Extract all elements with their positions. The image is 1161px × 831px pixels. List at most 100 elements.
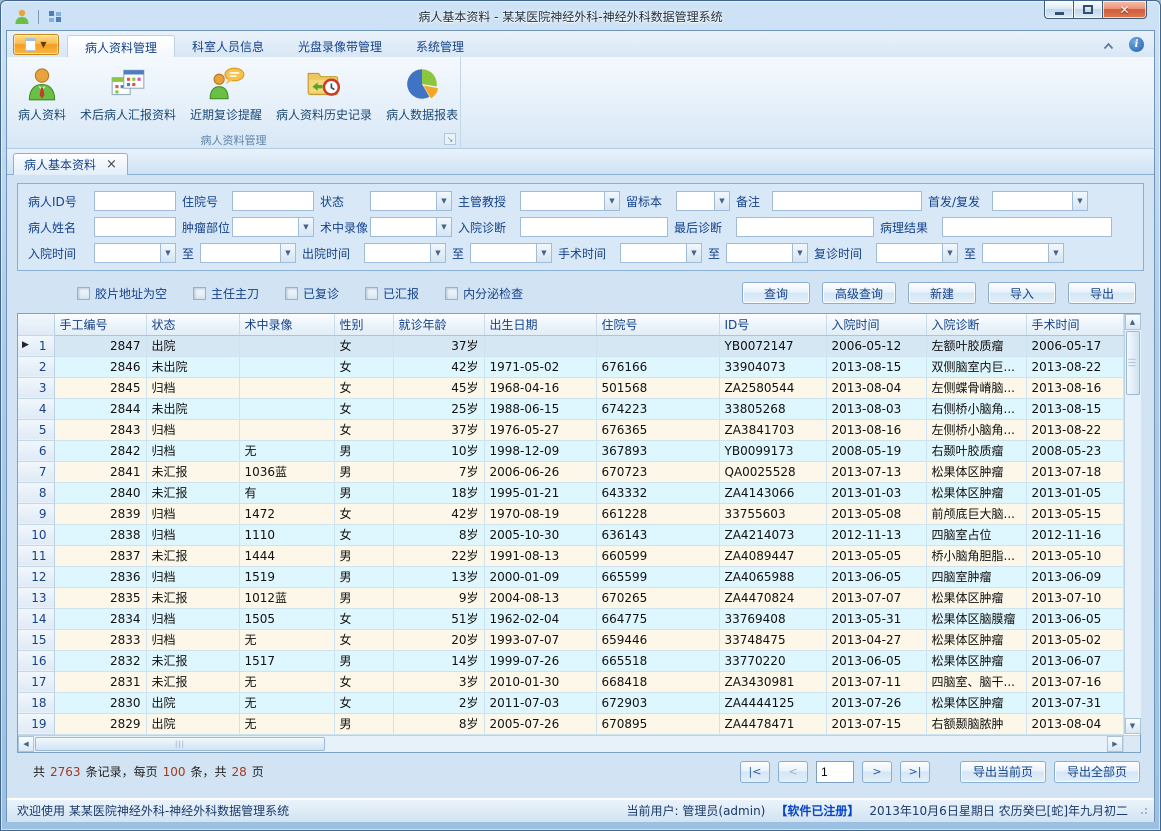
app-icon[interactable] [12,7,32,27]
checkbox-box[interactable] [77,287,90,300]
revisited-checkbox[interactable]: 已复诊 [285,285,339,302]
combo-value[interactable] [520,191,604,211]
dropdown-arrow-icon[interactable]: ▼ [942,243,958,263]
checkbox-box[interactable] [445,287,458,300]
export-all-pages-button[interactable]: 导出全部页 [1054,761,1140,783]
table-row[interactable]: 112837未汇报1444男22岁1991-08-13660599ZA40894… [18,545,1123,566]
dropdown-arrow-icon[interactable]: ▼ [430,243,446,263]
ribbon-button-history-records[interactable]: 病人资料历史记录 [269,61,379,125]
scroll-right-icon[interactable]: ▶ [1107,736,1123,752]
column-header[interactable]: 手术时间 [1026,314,1123,335]
endocrine-exam-checkbox[interactable]: 内分泌检查 [445,285,523,302]
export-button[interactable]: 导出 [1068,282,1136,304]
combo-value[interactable] [470,243,536,263]
dropdown-arrow-icon[interactable]: ▼ [1072,191,1088,211]
combo-value[interactable] [364,243,430,263]
horizontal-scroll-track[interactable] [326,736,1107,752]
vertical-scroll-thumb[interactable]: ||| [1126,331,1140,395]
table-row[interactable]: 52843归档女37岁1976-05-27676365ZA38417032013… [18,419,1123,440]
column-header[interactable]: 就诊年龄 [393,314,484,335]
title-bar[interactable]: 病人基本资料 - 某某医院神经外科-神经外科数据管理系统 ✕ [6,1,1155,30]
horizontal-scroll-thumb[interactable]: ||| [35,737,325,751]
close-button[interactable]: ✕ [1102,1,1147,19]
surgery-date-from-combo[interactable]: ▼ [620,243,702,263]
table-row[interactable]: 72841未汇报1036蓝男7岁2006-06-26670723QA002552… [18,461,1123,482]
horizontal-scrollbar[interactable]: ◀ ||| ▶ [18,736,1123,752]
discharge-date-to-combo[interactable]: ▼ [470,243,552,263]
vertical-scrollbar[interactable]: ▲ ||| ▼ [1124,314,1141,734]
column-header[interactable]: 状态 [146,314,239,335]
admission-no-field[interactable] [232,191,314,211]
ribbon-tab-staff-info[interactable]: 科室人员信息 [175,35,281,57]
final-diagnosis-field[interactable] [736,217,874,237]
dropdown-arrow-icon[interactable]: ▼ [436,191,452,211]
column-header[interactable]: 入院诊断 [926,314,1026,335]
dropdown-arrow-icon[interactable]: ▼ [160,243,176,263]
pathology-result-field[interactable] [942,217,1112,237]
tumor-site-combo[interactable]: ▼ [232,217,314,237]
table-row[interactable]: ▶12847出院女37岁YB00721472006-05-12左额叶胶质瘤200… [18,335,1123,356]
maximize-button[interactable] [1073,1,1102,19]
discharge-date-from-combo[interactable]: ▼ [364,243,446,263]
specimen-combo[interactable]: ▼ [676,191,730,211]
table-row[interactable]: 62842归档无男10岁1998-12-09367893YB0099173200… [18,440,1123,461]
query-button[interactable]: 查询 [742,282,810,304]
reported-checkbox[interactable]: 已汇报 [365,285,419,302]
table-row[interactable]: 42844未出院女25岁1988-06-15674223338052682013… [18,398,1123,419]
column-header[interactable]: 出生日期 [484,314,596,335]
table-row[interactable]: 142834归档1505女51岁1962-02-0466477533769408… [18,608,1123,629]
checkbox-box[interactable] [285,287,298,300]
minimize-button[interactable] [1044,1,1073,19]
table-row[interactable]: 182830出院无女2岁2011-07-03672903ZA4444125201… [18,692,1123,713]
table-row[interactable]: 192829出院无男8岁2005-07-26670895ZA4478471201… [18,713,1123,734]
dropdown-arrow-icon[interactable]: ▼ [604,191,620,211]
scroll-down-icon[interactable]: ▼ [1125,718,1141,734]
quick-access-toolbar-icon[interactable] [45,7,65,27]
document-tab-patient-basic-data[interactable]: 病人基本资料 × [13,153,128,175]
combo-value[interactable] [370,191,436,211]
ribbon-button-patient-data[interactable]: 病人资料 [11,61,73,125]
professor-combo[interactable]: ▼ [520,191,620,211]
import-button[interactable]: 导入 [988,282,1056,304]
vertical-scroll-track[interactable] [1125,396,1141,718]
ribbon-button-revisit-reminder[interactable]: 近期复诊提醒 [183,61,269,125]
dropdown-arrow-icon[interactable]: ▼ [280,243,296,263]
first-page-button[interactable]: |< [740,761,770,783]
combo-value[interactable] [232,217,298,237]
column-header[interactable]: 手工编号 [54,314,146,335]
surgery-date-to-combo[interactable]: ▼ [726,243,808,263]
next-page-button[interactable]: > [862,761,892,783]
revisit-date-from-combo[interactable]: ▼ [876,243,958,263]
dropdown-arrow-icon[interactable]: ▼ [298,217,314,237]
first-or-recur-combo[interactable]: ▼ [992,191,1088,211]
dropdown-arrow-icon[interactable]: ▼ [792,243,808,263]
scroll-up-icon[interactable]: ▲ [1125,314,1141,330]
table-row[interactable]: 122836归档1519男13岁2000-01-09665599ZA406598… [18,566,1123,587]
revisit-date-to-combo[interactable]: ▼ [982,243,1064,263]
admit-date-to-combo[interactable]: ▼ [200,243,296,263]
table-row[interactable]: 32845归档女45岁1968-04-16501568ZA25805442013… [18,377,1123,398]
table-row[interactable]: 152833归档无女20岁1993-07-0765944633748475201… [18,629,1123,650]
ribbon-tab-disc-video-management[interactable]: 光盘录像带管理 [281,35,399,57]
column-header[interactable]: ID号 [719,314,826,335]
new-button[interactable]: 新建 [908,282,976,304]
column-header[interactable]: 住院号 [596,314,719,335]
combo-value[interactable] [200,243,280,263]
dropdown-arrow-icon[interactable]: ▼ [714,191,730,211]
admit-date-from-combo[interactable]: ▼ [94,243,176,263]
info-icon[interactable]: i [1129,37,1144,52]
checkbox-box[interactable] [365,287,378,300]
scroll-left-icon[interactable]: ◀ [18,736,34,752]
tab-close-icon[interactable]: × [106,160,117,170]
film-address-empty-checkbox[interactable]: 胶片地址为空 [77,285,167,302]
combo-value[interactable] [370,217,436,237]
status-combo[interactable]: ▼ [370,191,452,211]
advanced-query-button[interactable]: 高级查询 [822,282,896,304]
registered-link[interactable]: 【软件已注册】 [775,802,859,819]
chief-surgeon-checkbox[interactable]: 主任主刀 [193,285,259,302]
table-row[interactable]: 22846未出院女42岁1971-05-02676166339040732013… [18,356,1123,377]
patient-name-field[interactable] [94,217,176,237]
column-header[interactable]: 入院时间 [826,314,926,335]
table-row[interactable]: 132835未汇报1012蓝男9岁2004-08-13670265ZA44708… [18,587,1123,608]
ribbon-tab-patient-data-management[interactable]: 病人资料管理 [67,35,175,57]
